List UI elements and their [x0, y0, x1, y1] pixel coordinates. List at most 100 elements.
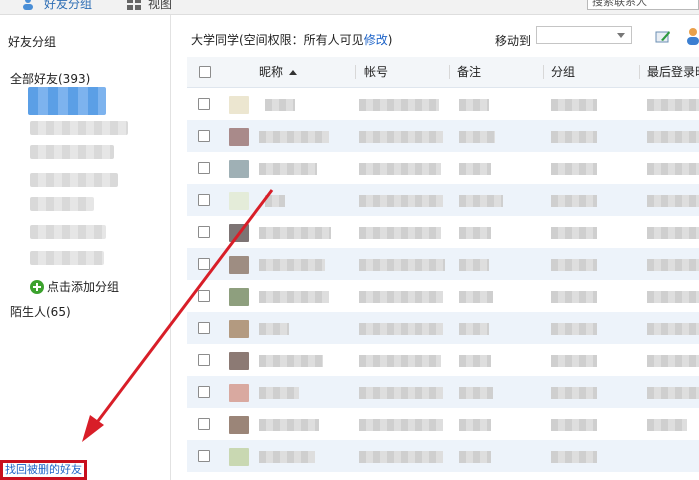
column-divider[interactable] [355, 65, 356, 79]
row-checkbox[interactable] [198, 290, 210, 302]
table-row[interactable] [187, 280, 699, 312]
grid-icon [127, 0, 141, 10]
add-group-button[interactable]: 点击添加分组 [30, 278, 119, 295]
remark-cell [459, 195, 503, 207]
account-cell [359, 291, 443, 303]
nickname-cell [259, 355, 323, 367]
group-cell [551, 163, 597, 175]
group-item[interactable] [30, 145, 114, 159]
column-divider[interactable] [449, 65, 450, 79]
group-cell [551, 259, 597, 271]
column-divider[interactable] [543, 65, 544, 79]
group-info-close: ) [387, 33, 393, 47]
remark-cell [459, 419, 491, 431]
view-tab[interactable]: 视图 [126, 0, 172, 13]
friend-group-tab[interactable]: 好友分组 [22, 0, 92, 13]
account-cell [359, 451, 443, 463]
search-contacts-input[interactable]: 搜索联系人 [587, 0, 699, 10]
nickname-cell [265, 99, 295, 111]
last-login-cell [647, 99, 699, 111]
group-strangers[interactable]: 陌生人(65) [10, 303, 71, 320]
avatar [229, 416, 249, 434]
last-login-cell [647, 163, 699, 175]
row-checkbox[interactable] [198, 194, 210, 206]
row-checkbox[interactable] [198, 258, 210, 270]
row-checkbox[interactable] [198, 98, 210, 110]
group-cell [551, 355, 597, 367]
col-last-login[interactable]: 最后登录时 [647, 57, 699, 87]
nickname-cell [259, 419, 319, 431]
group-item-selected[interactable] [28, 87, 106, 115]
group-info: 大学同学(空间权限：所有人可见修改) [191, 31, 392, 48]
account-cell [359, 419, 443, 431]
add-group-label: 点击添加分组 [47, 280, 120, 294]
row-checkbox[interactable] [198, 226, 210, 238]
column-divider[interactable] [639, 65, 640, 79]
row-checkbox[interactable] [198, 354, 210, 366]
group-cell [551, 387, 597, 399]
move-to-select[interactable] [536, 26, 632, 44]
edit-permission-link[interactable]: 修改 [364, 33, 388, 47]
edit-card-icon[interactable] [655, 29, 671, 45]
last-login-cell [647, 195, 699, 207]
nickname-cell [259, 291, 329, 303]
group-cell [551, 227, 597, 239]
account-cell [359, 259, 445, 271]
plus-icon [30, 279, 44, 294]
recover-deleted-friends-link[interactable]: 找回被删的好友 [0, 460, 87, 480]
col-nickname-label: 昵称 [259, 65, 284, 79]
last-login-cell [647, 355, 699, 367]
table-row[interactable] [187, 440, 699, 472]
group-info-text: 大学同学(空间权限：所有人可见 [191, 33, 364, 47]
nickname-cell [259, 163, 317, 175]
group-cell [551, 99, 597, 111]
group-cell [551, 291, 597, 303]
remark-cell [459, 99, 489, 111]
row-checkbox[interactable] [198, 130, 210, 142]
table-row[interactable] [187, 344, 699, 376]
remark-cell [459, 227, 491, 239]
row-checkbox[interactable] [198, 162, 210, 174]
select-all-checkbox[interactable] [199, 66, 211, 78]
table-row[interactable] [187, 184, 699, 216]
last-login-cell [647, 323, 699, 335]
group-item[interactable] [30, 225, 106, 239]
avatar [229, 224, 249, 242]
group-cell [551, 195, 597, 207]
nickname-cell [259, 323, 289, 335]
table-row[interactable] [187, 152, 699, 184]
table-row[interactable] [187, 312, 699, 344]
group-all-friends[interactable]: 全部好友(393) [10, 70, 90, 87]
row-checkbox[interactable] [198, 386, 210, 398]
add-contact-icon[interactable] [685, 27, 699, 45]
row-checkbox[interactable] [198, 418, 210, 430]
account-cell [359, 195, 443, 207]
remark-cell [459, 291, 493, 303]
group-item[interactable] [30, 251, 104, 265]
avatar [229, 96, 249, 114]
group-header: 大学同学(空间权限：所有人可见修改) 移动到 [171, 15, 699, 57]
col-account[interactable]: 帐号 [364, 57, 388, 87]
col-group[interactable]: 分组 [551, 57, 575, 87]
table-row[interactable] [187, 248, 699, 280]
col-remark[interactable]: 备注 [457, 57, 481, 87]
table-row[interactable] [187, 408, 699, 440]
group-item[interactable] [30, 197, 94, 211]
avatar [229, 192, 249, 210]
table-row[interactable] [187, 88, 699, 120]
row-checkbox[interactable] [198, 322, 210, 334]
sidebar-title: 好友分组 [8, 35, 57, 49]
group-item[interactable] [30, 121, 128, 135]
avatar [229, 160, 249, 178]
row-checkbox[interactable] [198, 450, 210, 462]
table-row[interactable] [187, 120, 699, 152]
users-icon [23, 0, 33, 10]
last-login-cell [647, 131, 699, 143]
group-item[interactable] [30, 173, 118, 187]
table-header: 昵称 帐号 备注 分组 最后登录时 [187, 57, 699, 88]
col-nickname[interactable]: 昵称 [259, 57, 298, 87]
remark-cell [459, 323, 489, 335]
top-toolbar: 好友分组 视图 搜索联系人 [0, 0, 699, 15]
table-row[interactable] [187, 376, 699, 408]
table-row[interactable] [187, 216, 699, 248]
